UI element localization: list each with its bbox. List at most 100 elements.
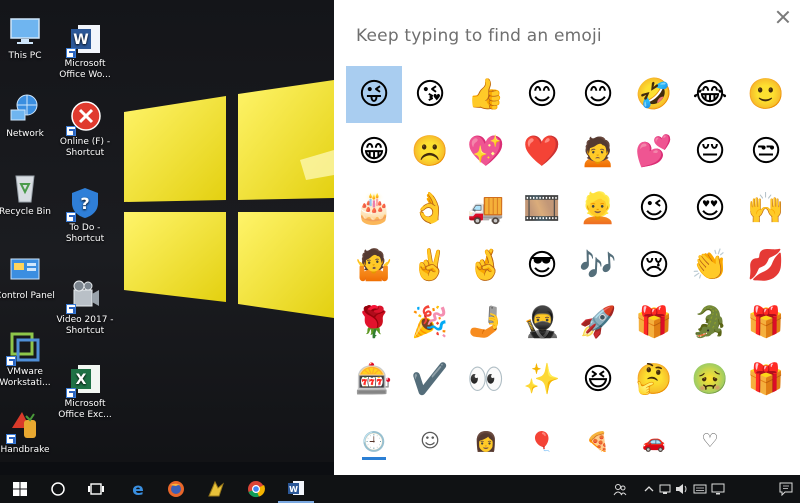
emoji-cell[interactable]: 🐊 (682, 294, 738, 351)
shortcut-arrow-icon (66, 304, 76, 314)
emoji-cell[interactable]: 😆 (570, 351, 626, 408)
balloon-icon[interactable]: 🎈 (514, 416, 570, 466)
people-tray-icon[interactable] (612, 475, 628, 503)
emoji-cell[interactable]: 🤳 (458, 294, 514, 351)
emoji-cell[interactable]: ✨ (514, 351, 570, 408)
edge-browser-icon[interactable]: e (120, 475, 156, 503)
video-camera-icon (66, 278, 102, 314)
handbrake-icon (6, 408, 42, 444)
desktop-icon-control-panel[interactable]: Control Panel (0, 254, 56, 302)
emoji-cell[interactable]: 😢 (626, 237, 682, 294)
shortcut-arrow-icon (6, 356, 16, 366)
emoji-cell[interactable]: 👏 (682, 237, 738, 294)
emoji-cell[interactable]: 😁 (346, 123, 402, 180)
desktop-icon-vmware[interactable]: VMware Workstati... (0, 330, 56, 389)
emoji-cell[interactable]: 🤔 (626, 351, 682, 408)
emoji-cell[interactable]: 😊 (514, 66, 570, 123)
emoji-cell[interactable]: 😘 (402, 66, 458, 123)
emoji-cell[interactable]: 💖 (458, 123, 514, 180)
notification-icon[interactable] (776, 475, 796, 503)
desktop-icon-online-shortcut[interactable]: Online (F) - Shortcut (54, 100, 116, 159)
emoji-cell[interactable]: 👀 (458, 351, 514, 408)
emoji-cell[interactable]: 🙂 (738, 66, 794, 123)
desktop-icon-excel[interactable]: X Microsoft Office Exc... (54, 362, 116, 421)
car-icon[interactable]: 🚗 (626, 416, 682, 466)
control-panel-icon (8, 254, 42, 288)
emoji-cell[interactable]: 👱 (570, 180, 626, 237)
desktop-icon-recycle-bin[interactable]: Recycle Bin (0, 170, 56, 218)
desktop-icon-video-shortcut[interactable]: Video 2017 - Shortcut (54, 278, 116, 337)
emoji-cell[interactable]: 🎰 (346, 351, 402, 408)
emoji-cell[interactable]: 👌 (402, 180, 458, 237)
chrome-icon[interactable] (238, 475, 274, 503)
emoji-cell[interactable]: 🤢 (682, 351, 738, 408)
pinned-app-icon[interactable] (198, 475, 234, 503)
desktop-icon-label: Network (6, 129, 44, 139)
excel-icon: X (66, 362, 102, 398)
search-circle-icon[interactable] (40, 475, 76, 503)
emoji-cell[interactable]: 😍 (682, 180, 738, 237)
emoji-cell[interactable]: 😔 (682, 123, 738, 180)
logo-pane-top-right (238, 80, 334, 200)
network-tray-icon[interactable] (658, 475, 672, 503)
emoji-cell[interactable]: 😒 (738, 123, 794, 180)
emoji-cell[interactable]: 😉 (626, 180, 682, 237)
desktop-icon-word[interactable]: W Microsoft Office Wo... (54, 22, 116, 81)
emoji-cell[interactable]: 🎶 (570, 237, 626, 294)
emoji-cell[interactable]: 😊 (570, 66, 626, 123)
emoji-cell[interactable]: 🎉 (402, 294, 458, 351)
emoji-cell[interactable]: ❤️ (514, 123, 570, 180)
chevron-up-icon[interactable] (642, 475, 656, 503)
desktop-icon-label: VMware Workstati... (0, 367, 51, 388)
people-icon[interactable]: 👩 (458, 416, 514, 466)
emoji-cell[interactable]: 🎁 (738, 351, 794, 408)
shortcut-arrow-icon (6, 434, 16, 444)
volume-icon[interactable] (674, 475, 690, 503)
emoji-cell[interactable]: 👍 (458, 66, 514, 123)
emoji-cell[interactable]: 🎁 (738, 294, 794, 351)
desktop-icon-this-pc[interactable]: This PC (0, 14, 56, 62)
logo-pane-top-left (124, 96, 226, 202)
svg-text:W: W (73, 32, 88, 48)
heart-icon[interactable]: ♡ (682, 416, 738, 466)
emoji-cell[interactable]: 🎂 (346, 180, 402, 237)
emoji-cell[interactable]: 🤞 (458, 237, 514, 294)
emoji-cell[interactable]: 🤷 (346, 237, 402, 294)
emoji-cell[interactable]: 🌹 (346, 294, 402, 351)
recent-clock-icon[interactable]: 🕘 (346, 416, 402, 466)
emoji-cell[interactable]: 💕 (626, 123, 682, 180)
emoji-cell[interactable]: 🎞️ (514, 180, 570, 237)
close-icon[interactable] (774, 8, 792, 26)
emoji-cell[interactable]: 😂 (682, 66, 738, 123)
emoji-cell[interactable]: 🙍 (570, 123, 626, 180)
desktop-icon-label: Video 2017 - Shortcut (56, 315, 114, 336)
keyboard-icon[interactable] (692, 475, 708, 503)
food-pizza-icon[interactable]: 🍕 (570, 416, 626, 466)
smiley-face-icon[interactable]: ☺ (402, 416, 458, 466)
emoji-cell[interactable]: ✌️ (402, 237, 458, 294)
emoji-cell[interactable]: 🎁 (626, 294, 682, 351)
display-icon[interactable] (710, 475, 726, 503)
emoji-cell[interactable]: 😎 (514, 237, 570, 294)
start-windows-icon[interactable] (2, 475, 38, 503)
emoji-cell[interactable]: 🙌 (738, 180, 794, 237)
emoji-cell[interactable]: 🚚 (458, 180, 514, 237)
desktop-icon-handbrake[interactable]: Handbrake (0, 408, 56, 456)
this-pc-icon (8, 14, 42, 48)
emoji-cell[interactable]: ✔️ (402, 351, 458, 408)
desktop-icon-todo-shortcut[interactable]: ? To Do - Shortcut (54, 186, 116, 245)
task-view-icon[interactable] (78, 475, 114, 503)
windows-logo-wallpaper (124, 80, 334, 318)
firefox-icon[interactable] (158, 475, 194, 503)
word-taskbar-icon[interactable]: W (278, 475, 314, 503)
emoji-cell[interactable]: 🚀 (570, 294, 626, 351)
desktop-icon-network[interactable]: Network (0, 92, 56, 140)
shortcut-arrow-icon (66, 48, 76, 58)
emoji-cell[interactable]: 😜 (346, 66, 402, 123)
emoji-cell[interactable]: 🥷 (514, 294, 570, 351)
desktop-icon-label: Control Panel (0, 291, 55, 301)
emoji-cell[interactable]: ☹️ (402, 123, 458, 180)
desktop-icon-label: Recycle Bin (0, 207, 51, 217)
emoji-cell[interactable]: 💋 (738, 237, 794, 294)
emoji-cell[interactable]: 🤣 (626, 66, 682, 123)
